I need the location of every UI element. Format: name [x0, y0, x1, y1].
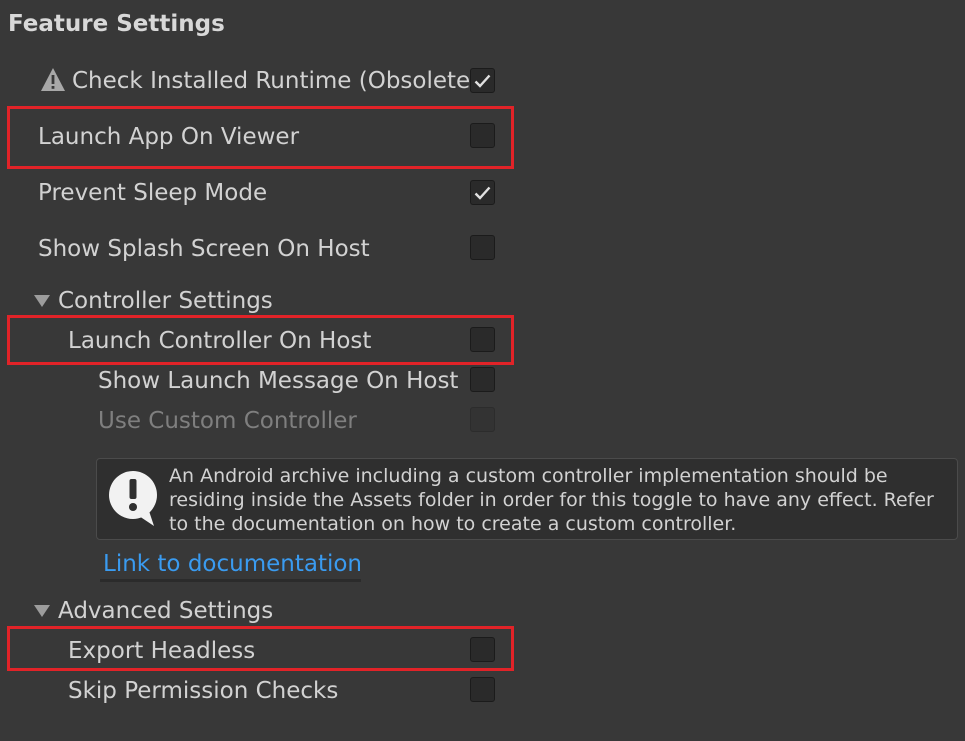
- controller-settings-title[interactable]: Controller Settings: [58, 286, 273, 316]
- link-divider: [100, 579, 361, 582]
- show-launch-message-checkbox[interactable]: [470, 367, 495, 392]
- triangle-down-icon: [34, 295, 50, 307]
- documentation-link[interactable]: Link to documentation: [103, 549, 362, 579]
- help-text: An Android archive including a custom co…: [169, 465, 934, 535]
- prevent-sleep-mode-label: Prevent Sleep Mode: [38, 180, 268, 206]
- use-custom-controller-checkbox: [470, 407, 495, 432]
- launch-app-on-viewer-label: Launch App On Viewer: [38, 124, 300, 150]
- checkmark-icon: [474, 74, 491, 88]
- launch-controller-on-host-label: Launch Controller On Host: [68, 328, 372, 354]
- checkmark-icon: [474, 186, 491, 200]
- exclamation-speech-bubble-icon: [106, 470, 160, 528]
- show-splash-screen-label: Show Splash Screen On Host: [38, 236, 370, 262]
- export-headless-checkbox[interactable]: [470, 637, 495, 662]
- prevent-sleep-mode-checkbox[interactable]: [470, 180, 495, 205]
- check-installed-runtime-checkbox[interactable]: [470, 68, 495, 93]
- skip-permission-checks-label: Skip Permission Checks: [68, 678, 339, 704]
- advanced-settings-title[interactable]: Advanced Settings: [58, 596, 273, 626]
- section-title: Feature Settings: [8, 11, 225, 37]
- use-custom-controller-label: Use Custom Controller: [98, 408, 357, 434]
- show-splash-screen-checkbox[interactable]: [470, 235, 495, 260]
- advanced-settings-foldout-toggle[interactable]: [34, 605, 50, 617]
- export-headless-label: Export Headless: [68, 638, 256, 664]
- launch-app-on-viewer-checkbox[interactable]: [470, 123, 495, 148]
- skip-permission-checks-checkbox[interactable]: [470, 677, 495, 702]
- controller-settings-foldout-toggle[interactable]: [34, 295, 50, 307]
- warning-icon: [40, 67, 66, 93]
- show-launch-message-label: Show Launch Message On Host: [98, 368, 459, 394]
- launch-controller-on-host-checkbox[interactable]: [470, 327, 495, 352]
- triangle-down-icon: [34, 605, 50, 617]
- check-installed-runtime-label: Check Installed Runtime (Obsolete): [72, 68, 480, 94]
